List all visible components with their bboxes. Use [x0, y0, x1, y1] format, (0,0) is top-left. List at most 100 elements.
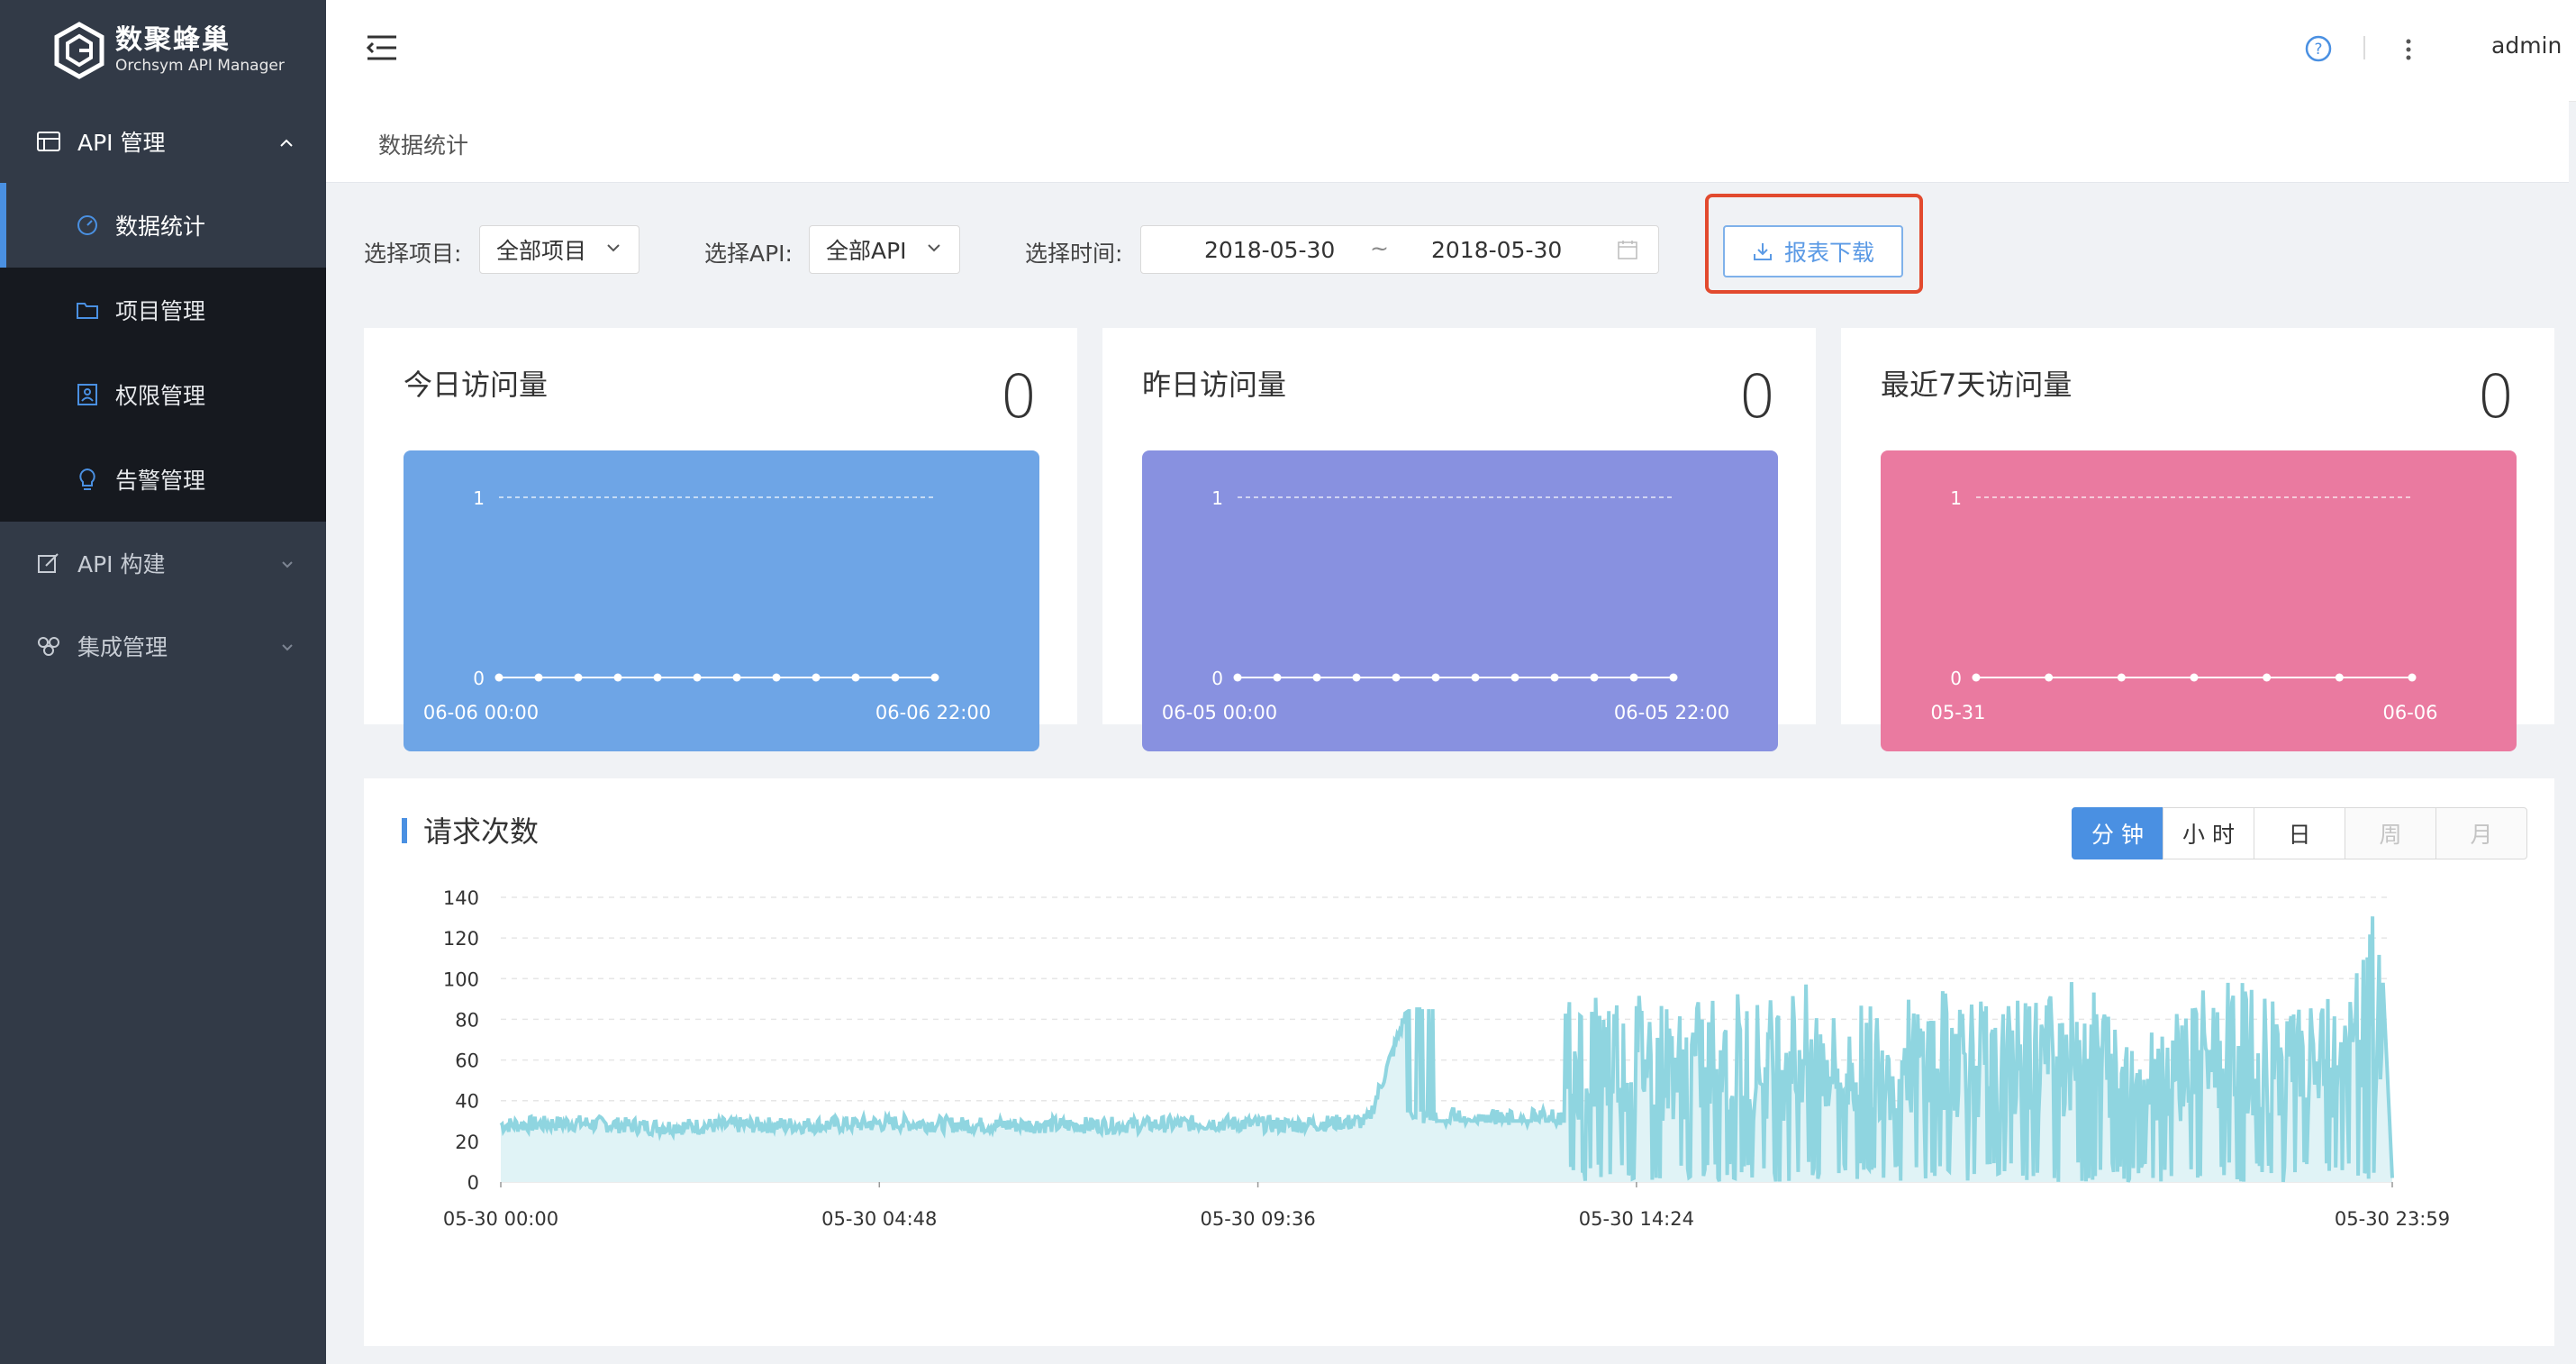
- data-point: [574, 673, 583, 682]
- x-tick-label: 06-05 00:00: [1162, 702, 1277, 723]
- yesterday-visits-card: 昨日访问量 0 1 0 06-05 00:00 06-05 22:00: [1102, 328, 1816, 751]
- date-range-picker[interactable]: 2018-05-30 ~ 2018-05-30: [1140, 225, 1659, 274]
- data-point: [1233, 673, 1242, 682]
- data-point: [1312, 673, 1321, 682]
- data-point: [732, 673, 741, 682]
- data-point: [851, 673, 860, 682]
- data-point: [2263, 673, 2272, 682]
- stat-value: 0: [1000, 362, 1038, 432]
- sidebar-item-label: 告警管理: [115, 468, 206, 494]
- mini-chart-svg: 1 0 06-06 00:00 06-06 22:00: [423, 487, 991, 723]
- data-point: [2045, 673, 2054, 682]
- collapse-menu-icon[interactable]: [366, 34, 398, 61]
- hexagon-logo-icon: [54, 22, 104, 79]
- request-count-chart: 0 20 40 60 80 100 120 140 05-30 00:00 05-30 04:48…: [443, 887, 2450, 1230]
- data-point: [693, 673, 702, 682]
- data-point: [1471, 673, 1480, 682]
- y-tick-label: 0: [1950, 668, 1962, 689]
- data-point: [2190, 673, 2199, 682]
- data-point: [2117, 673, 2126, 682]
- download-report-button[interactable]: 报表下载: [1723, 225, 1903, 277]
- api-select[interactable]: 全部API: [809, 225, 960, 274]
- list-icon: [36, 129, 61, 154]
- data-point: [494, 673, 503, 682]
- x-tick-label: 05-30 14:24: [1579, 1208, 1694, 1230]
- stat-title: 最近7天访问量: [1881, 368, 2073, 402]
- project-select[interactable]: 全部项目: [479, 225, 639, 274]
- data-point: [1590, 673, 1599, 682]
- data-point: [1669, 673, 1678, 682]
- svg-text:?: ?: [2314, 41, 2322, 59]
- breadcrumb: 数据统计: [378, 132, 469, 159]
- project-filter-label: 选择项目:: [364, 241, 462, 267]
- x-tick-label: 05-30 23:59: [2335, 1208, 2450, 1230]
- data-point: [1352, 673, 1361, 682]
- chevron-up-icon: [279, 132, 294, 151]
- dashboard-icon: [76, 214, 99, 237]
- data-point: [2408, 673, 2417, 682]
- mini-chart: 1 0 06-05 00:00 06-05 22:00: [1142, 450, 1778, 751]
- menu-group-api-build[interactable]: API 构建: [0, 521, 326, 605]
- y-tick-label: 60: [455, 1050, 479, 1072]
- y-tick-label: 120: [443, 928, 479, 950]
- y-tick-label: 1: [473, 487, 485, 509]
- sidebar-item-label: 数据统计: [115, 214, 206, 240]
- stat-value: 0: [2477, 362, 2515, 432]
- x-tick-label: 06-05 22:00: [1614, 702, 1729, 723]
- mini-chart-svg: 1 0 06-05 00:00 06-05 22:00: [1162, 487, 1729, 723]
- y-tick-label: 0: [473, 668, 485, 689]
- x-tick-label: 05-30 04:48: [821, 1208, 937, 1230]
- integration-icon: [36, 633, 61, 659]
- data-point: [534, 673, 543, 682]
- api-submenu: 数据统计 项目管理 权限管理 告警管理: [0, 183, 326, 522]
- data-point: [1629, 673, 1638, 682]
- data-point: [653, 673, 662, 682]
- data-point: [1392, 673, 1401, 682]
- x-tick-label: 06-06 22:00: [875, 702, 991, 723]
- api-filter-label: 选择API:: [704, 241, 793, 267]
- user-menu[interactable]: admin: [2491, 32, 2562, 59]
- date-start-input[interactable]: 2018-05-30: [1204, 237, 1335, 263]
- y-tick-label: 0: [1211, 668, 1223, 689]
- chevron-down-icon: [607, 244, 620, 252]
- stat-value: 0: [1738, 362, 1776, 432]
- app-title: 数聚蜂巢: [115, 24, 231, 56]
- sidebar-item-alerts[interactable]: 告警管理: [0, 437, 326, 522]
- time-filter-label: 选择时间:: [1025, 241, 1123, 267]
- stat-title: 昨日访问量: [1142, 368, 1287, 402]
- data-point: [613, 673, 622, 682]
- data-point: [772, 673, 781, 682]
- sidebar-item-projects[interactable]: 项目管理: [0, 268, 326, 352]
- chevron-down-icon: [281, 554, 294, 573]
- logo[interactable]: 数聚蜂巢 Orchsym API Manager: [54, 18, 285, 83]
- more-vertical-icon[interactable]: [2399, 32, 2417, 67]
- mini-chart: 1 0 06-06 00:00 06-06 22:00: [404, 450, 1039, 751]
- sidebar: 数聚蜂巢 Orchsym API Manager API 管理 数据统计 项目管…: [0, 0, 326, 1364]
- menu-group-integration[interactable]: 集成管理: [0, 604, 326, 688]
- x-tick-label: 06-06: [2382, 702, 2437, 723]
- sidebar-item-permissions[interactable]: 权限管理: [0, 352, 326, 437]
- x-tick-label: 06-06 00:00: [423, 702, 539, 723]
- request-count-card: 请求次数 分 钟小 时日周月 0 20 40 60 80 100 120 140 05-30 0…: [364, 778, 2554, 1346]
- data-point: [891, 673, 900, 682]
- data-point: [1431, 673, 1440, 682]
- data-point: [1972, 673, 1981, 682]
- sidebar-item-statistics[interactable]: 数据统计: [0, 183, 326, 268]
- week-visits-card: 最近7天访问量 0 1 0 05-31 06-06: [1841, 328, 2554, 751]
- y-tick-label: 20: [455, 1132, 479, 1153]
- menu-group-api-management[interactable]: API 管理: [0, 99, 326, 184]
- x-tick-label: 05-30 00:00: [443, 1208, 558, 1230]
- data-point: [930, 673, 939, 682]
- x-tick-label: 05-30 09:36: [1200, 1208, 1315, 1230]
- x-tick-label: 05-31: [1930, 702, 1985, 723]
- top-header: ? admin: [326, 0, 2576, 102]
- header-divider: [2363, 36, 2365, 59]
- download-icon: [1753, 243, 1772, 260]
- menu-group-label: API 管理: [77, 130, 166, 156]
- help-icon[interactable]: ?: [2304, 34, 2333, 63]
- app-subtitle: Orchsym API Manager: [115, 57, 285, 75]
- y-tick-label: 1: [1211, 487, 1223, 509]
- date-end-input[interactable]: 2018-05-30: [1431, 237, 1562, 263]
- y-tick-label: 1: [1950, 487, 1962, 509]
- bulb-icon: [76, 468, 99, 491]
